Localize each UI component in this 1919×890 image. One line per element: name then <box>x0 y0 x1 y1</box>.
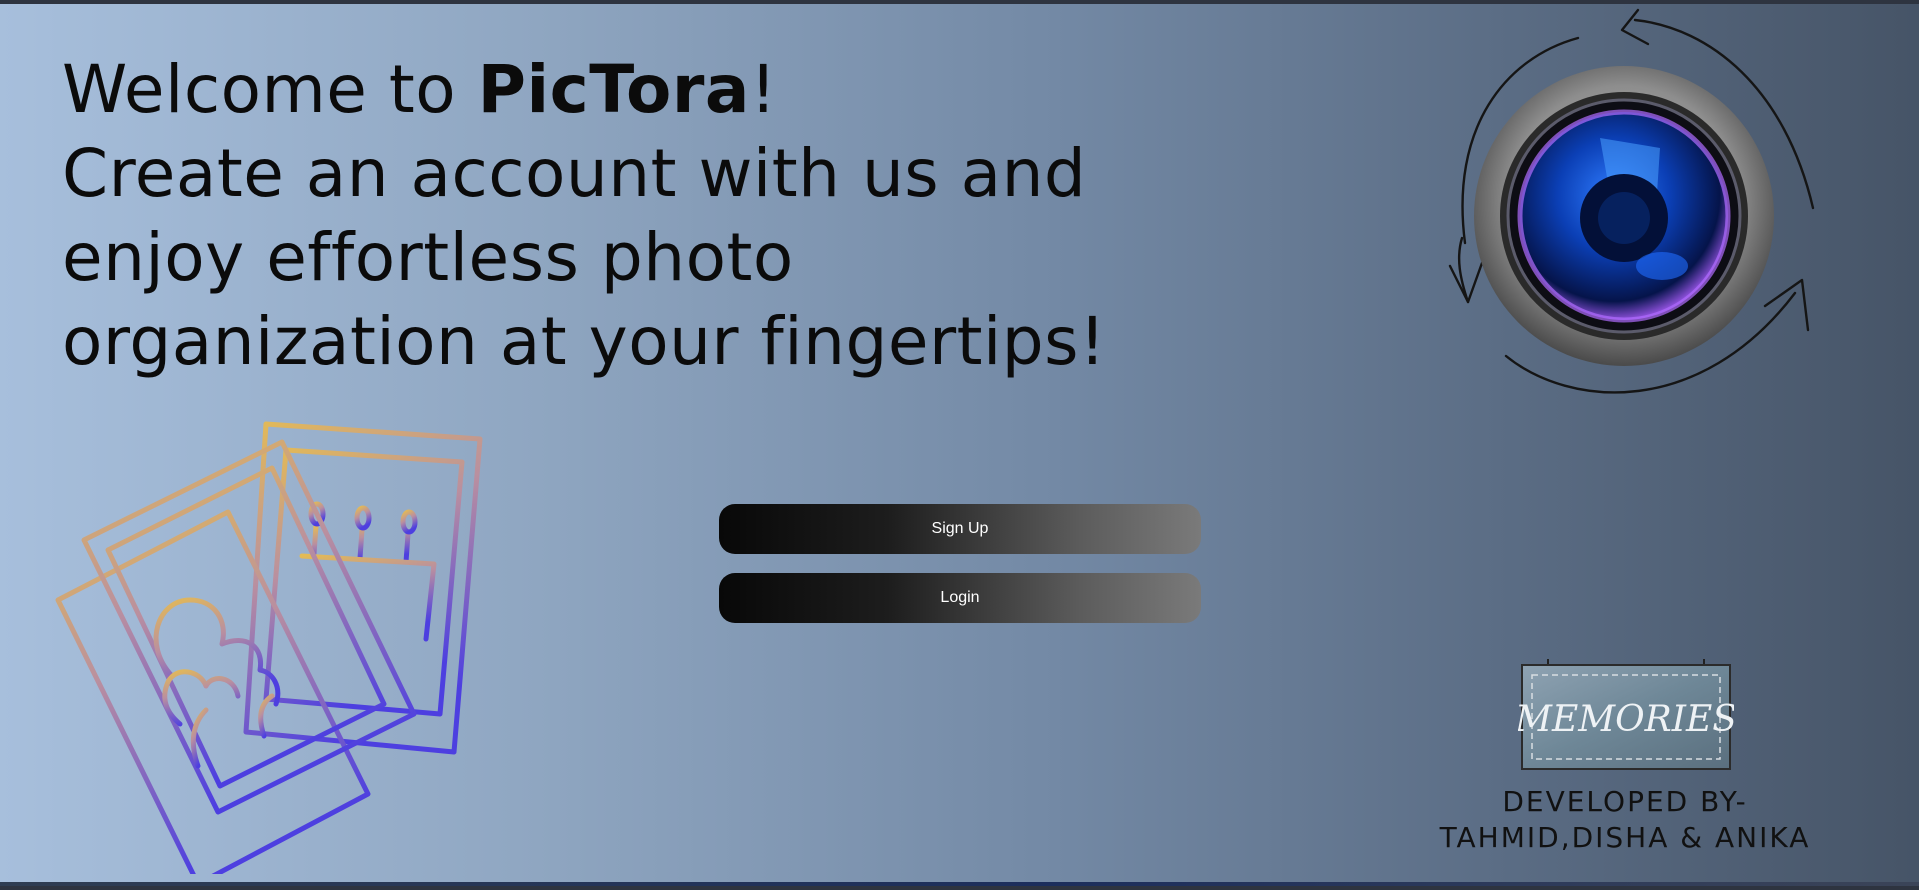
credits-heading: DEVELOPED BY- <box>1502 785 1748 818</box>
landing-page: Welcome to PicTora! Create an account wit… <box>0 4 1919 886</box>
signup-button[interactable]: Sign Up <box>719 504 1201 554</box>
camera-lens-icon <box>1448 8 1815 394</box>
svg-text:MEMORIES: MEMORIES <box>1518 699 1734 740</box>
login-button[interactable]: Login <box>719 573 1201 623</box>
welcome-suffix: ! <box>749 51 777 128</box>
photos-stack-icon <box>55 421 483 874</box>
welcome-prefix: Welcome to <box>62 51 478 128</box>
credits: DEVELOPED BY- TAHMID,DISHA & ANIKA <box>1430 784 1820 856</box>
brand-name: PicTora <box>477 51 750 128</box>
bottom-strip <box>0 882 1919 886</box>
tagline: Create an account with us and enjoy effo… <box>62 135 1107 380</box>
memories-sign-image: MEMORIES <box>1518 659 1734 770</box>
credits-names: TAHMID,DISHA & ANIKA <box>1439 821 1811 854</box>
welcome-headline: Welcome to PicTora! Create an account wit… <box>62 48 1142 384</box>
